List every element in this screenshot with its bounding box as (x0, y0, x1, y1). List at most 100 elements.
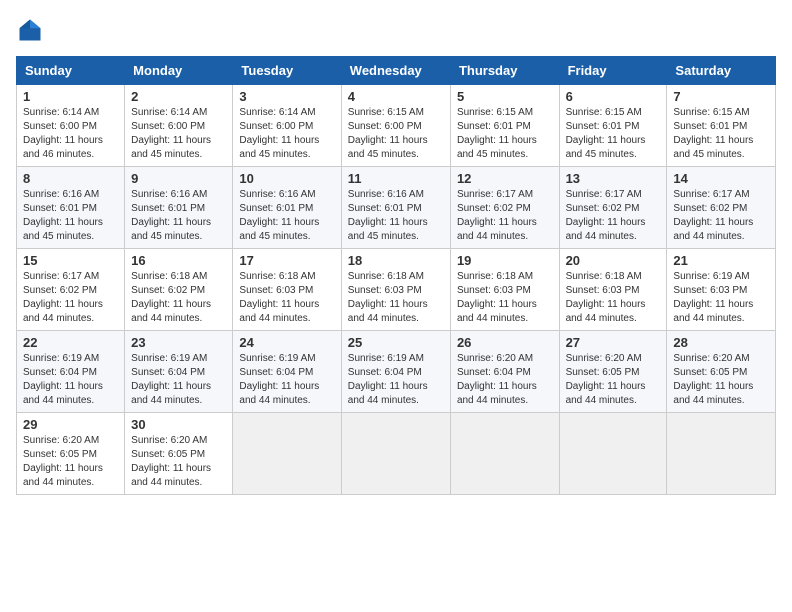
day-number: 1 (23, 89, 118, 104)
table-row: 15Sunrise: 6:17 AMSunset: 6:02 PMDayligh… (17, 249, 125, 331)
day-number: 10 (239, 171, 334, 186)
day-info: Sunrise: 6:15 AMSunset: 6:01 PMDaylight:… (457, 106, 553, 162)
day-info: Sunrise: 6:15 AMSunset: 6:01 PMDaylight:… (566, 106, 661, 162)
table-row: 30Sunrise: 6:20 AMSunset: 6:05 PMDayligh… (125, 413, 233, 495)
table-row: 3 Sunrise: 6:14 AMSunset: 6:00 PMDaylight… (233, 85, 341, 167)
table-row (450, 413, 559, 495)
day-number: 22 (23, 335, 118, 350)
logo-icon (16, 16, 44, 44)
day-info: Sunrise: 6:14 AMSunset: 6:00 PMDaylight:… (23, 106, 118, 162)
day-info: Sunrise: 6:19 AMSunset: 6:04 PMDaylight:… (23, 352, 118, 408)
day-number: 24 (239, 335, 334, 350)
day-info: Sunrise: 6:15 AMSunset: 6:00 PMDaylight:… (348, 106, 444, 162)
table-row: 23 Sunrise: 6:19 AMSunset: 6:04 PMDayligh… (125, 331, 233, 413)
table-row: 13 Sunrise: 6:17 AMSunset: 6:02 PMDayligh… (559, 167, 667, 249)
weekday-header-wednesday: Wednesday (341, 57, 450, 85)
day-number: 6 (566, 89, 661, 104)
day-info: Sunrise: 6:16 AMSunset: 6:01 PMDaylight:… (239, 188, 334, 244)
weekday-header-saturday: Saturday (667, 57, 776, 85)
day-number: 27 (566, 335, 661, 350)
day-info: Sunrise: 6:19 AMSunset: 6:04 PMDaylight:… (348, 352, 444, 408)
day-info: Sunrise: 6:20 AMSunset: 6:05 PMDaylight:… (23, 434, 118, 490)
day-number: 26 (457, 335, 553, 350)
day-number: 18 (348, 253, 444, 268)
day-info: Sunrise: 6:18 AMSunset: 6:03 PMDaylight:… (457, 270, 553, 326)
table-row: 8 Sunrise: 6:16 AMSunset: 6:01 PMDaylight… (17, 167, 125, 249)
day-number: 16 (131, 253, 226, 268)
table-row: 14Sunrise: 6:17 AMSunset: 6:02 PMDayligh… (667, 167, 776, 249)
day-number: 5 (457, 89, 553, 104)
table-row: 27Sunrise: 6:20 AMSunset: 6:05 PMDayligh… (559, 331, 667, 413)
day-info: Sunrise: 6:17 AMSunset: 6:02 PMDaylight:… (457, 188, 553, 244)
weekday-header-sunday: Sunday (17, 57, 125, 85)
table-row (233, 413, 341, 495)
day-number: 12 (457, 171, 553, 186)
day-number: 20 (566, 253, 661, 268)
calendar-table: SundayMondayTuesdayWednesdayThursdayFrid… (16, 56, 776, 495)
table-row (667, 413, 776, 495)
day-info: Sunrise: 6:18 AMSunset: 6:03 PMDaylight:… (348, 270, 444, 326)
day-info: Sunrise: 6:16 AMSunset: 6:01 PMDaylight:… (348, 188, 444, 244)
day-info: Sunrise: 6:14 AMSunset: 6:00 PMDaylight:… (239, 106, 334, 162)
day-number: 30 (131, 417, 226, 432)
table-row: 16 Sunrise: 6:18 AMSunset: 6:02 PMDayligh… (125, 249, 233, 331)
day-number: 7 (673, 89, 769, 104)
day-info: Sunrise: 6:16 AMSunset: 6:01 PMDaylight:… (131, 188, 226, 244)
table-row: 17 Sunrise: 6:18 AMSunset: 6:03 PMDayligh… (233, 249, 341, 331)
table-row: 24 Sunrise: 6:19 AMSunset: 6:04 PMDayligh… (233, 331, 341, 413)
day-info: Sunrise: 6:18 AMSunset: 6:03 PMDaylight:… (239, 270, 334, 326)
table-row: 1 Sunrise: 6:14 AMSunset: 6:00 PMDaylight… (17, 85, 125, 167)
day-info: Sunrise: 6:20 AMSunset: 6:05 PMDaylight:… (673, 352, 769, 408)
day-number: 8 (23, 171, 118, 186)
table-row: 19 Sunrise: 6:18 AMSunset: 6:03 PMDayligh… (450, 249, 559, 331)
day-info: Sunrise: 6:16 AMSunset: 6:01 PMDaylight:… (23, 188, 118, 244)
day-info: Sunrise: 6:19 AMSunset: 6:04 PMDaylight:… (239, 352, 334, 408)
day-info: Sunrise: 6:18 AMSunset: 6:03 PMDaylight:… (566, 270, 661, 326)
table-row: 11Sunrise: 6:16 AMSunset: 6:01 PMDayligh… (341, 167, 450, 249)
table-row: 4 Sunrise: 6:15 AMSunset: 6:00 PMDaylight… (341, 85, 450, 167)
calendar-week-row: 1 Sunrise: 6:14 AMSunset: 6:00 PMDaylight… (17, 85, 776, 167)
table-row: 22 Sunrise: 6:19 AMSunset: 6:04 PMDayligh… (17, 331, 125, 413)
day-number: 13 (566, 171, 661, 186)
day-number: 23 (131, 335, 226, 350)
day-info: Sunrise: 6:18 AMSunset: 6:02 PMDaylight:… (131, 270, 226, 326)
table-row: 21 Sunrise: 6:19 AMSunset: 6:03 PMDayligh… (667, 249, 776, 331)
day-number: 19 (457, 253, 553, 268)
day-info: Sunrise: 6:19 AMSunset: 6:03 PMDaylight:… (673, 270, 769, 326)
table-row: 25Sunrise: 6:19 AMSunset: 6:04 PMDayligh… (341, 331, 450, 413)
table-row: 2Sunrise: 6:14 AMSunset: 6:00 PMDaylight… (125, 85, 233, 167)
calendar-week-row: 29 Sunrise: 6:20 AMSunset: 6:05 PMDayligh… (17, 413, 776, 495)
table-row: 28 Sunrise: 6:20 AMSunset: 6:05 PMDayligh… (667, 331, 776, 413)
day-info: Sunrise: 6:20 AMSunset: 6:04 PMDaylight:… (457, 352, 553, 408)
table-row: 20 Sunrise: 6:18 AMSunset: 6:03 PMDayligh… (559, 249, 667, 331)
day-number: 21 (673, 253, 769, 268)
day-number: 28 (673, 335, 769, 350)
calendar-week-row: 15Sunrise: 6:17 AMSunset: 6:02 PMDayligh… (17, 249, 776, 331)
weekday-header-monday: Monday (125, 57, 233, 85)
day-info: Sunrise: 6:17 AMSunset: 6:02 PMDaylight:… (23, 270, 118, 326)
page-header (16, 16, 776, 44)
table-row (559, 413, 667, 495)
day-number: 29 (23, 417, 118, 432)
weekday-header-thursday: Thursday (450, 57, 559, 85)
calendar-week-row: 8 Sunrise: 6:16 AMSunset: 6:01 PMDaylight… (17, 167, 776, 249)
logo (16, 16, 48, 44)
day-number: 17 (239, 253, 334, 268)
table-row: 7 Sunrise: 6:15 AMSunset: 6:01 PMDaylight… (667, 85, 776, 167)
weekday-header-friday: Friday (559, 57, 667, 85)
day-info: Sunrise: 6:17 AMSunset: 6:02 PMDaylight:… (566, 188, 661, 244)
table-row: 18 Sunrise: 6:18 AMSunset: 6:03 PMDayligh… (341, 249, 450, 331)
table-row: 26 Sunrise: 6:20 AMSunset: 6:04 PMDayligh… (450, 331, 559, 413)
table-row (341, 413, 450, 495)
table-row: 12 Sunrise: 6:17 AMSunset: 6:02 PMDayligh… (450, 167, 559, 249)
table-row: 5 Sunrise: 6:15 AMSunset: 6:01 PMDaylight… (450, 85, 559, 167)
day-number: 3 (239, 89, 334, 104)
table-row: 10 Sunrise: 6:16 AMSunset: 6:01 PMDayligh… (233, 167, 341, 249)
day-number: 4 (348, 89, 444, 104)
day-info: Sunrise: 6:15 AMSunset: 6:01 PMDaylight:… (673, 106, 769, 162)
table-row: 9Sunrise: 6:16 AMSunset: 6:01 PMDaylight… (125, 167, 233, 249)
day-info: Sunrise: 6:19 AMSunset: 6:04 PMDaylight:… (131, 352, 226, 408)
calendar-week-row: 22 Sunrise: 6:19 AMSunset: 6:04 PMDayligh… (17, 331, 776, 413)
table-row: 29 Sunrise: 6:20 AMSunset: 6:05 PMDayligh… (17, 413, 125, 495)
day-number: 2 (131, 89, 226, 104)
